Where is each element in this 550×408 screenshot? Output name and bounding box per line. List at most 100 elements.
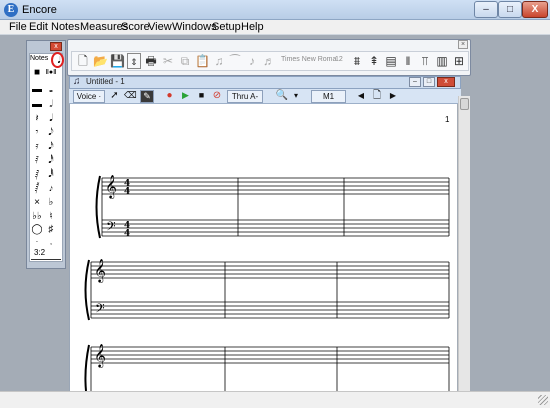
score-close-button[interactable]: x [437,77,455,87]
menu-edit[interactable]: Edit [29,21,48,34]
grace-note-icon[interactable]: 𝆔 [45,183,57,195]
vertical-scrollbar[interactable] [458,96,470,391]
hundred-twenty-eighth-rest-icon[interactable]: 𝅂 [31,183,43,195]
highlighted-note-icon[interactable]: 𝅘𝅥 [53,54,65,66]
eraser-icon[interactable]: ⌫ [124,90,137,103]
menu-score[interactable]: Score [121,21,150,34]
double-sharp-icon[interactable]: × [31,197,43,209]
treble-clef-icon: 𝄞 [105,174,117,199]
copy-icon[interactable]: ⧉ [178,53,192,69]
treble-clef-icon: 𝄞 [94,258,106,283]
tuplet-ratio[interactable]: 3:2 [34,248,45,257]
chord-icon[interactable]: ♬ [262,53,276,69]
status-bar [0,391,550,408]
stem-icon[interactable]: ⫪ [418,53,432,69]
arrow-tool-icon[interactable]: ➚ [109,90,120,103]
zoom-icon[interactable]: 🔍 [275,90,289,103]
score-maximize-button[interactable]: □ [423,77,435,87]
next-page-icon[interactable]: ▶ [388,90,398,103]
font-name-field[interactable]: Times New Roma [281,56,336,63]
properties-icon[interactable]: ⇕ [127,53,141,69]
encore-app-icon[interactable]: E [4,3,18,17]
sharp-icon[interactable]: ♯ [45,224,57,236]
bass-clef-icon: 𝄢 [106,219,116,237]
new-document-icon[interactable]: 🗋 [76,53,90,69]
cut-icon[interactable]: ✂ [161,53,175,69]
sixty-fourth-rest-icon[interactable]: 𝅁 [31,169,43,181]
font-size-field[interactable]: 12 [335,56,343,63]
notes-palette-tab[interactable]: Notes [30,55,48,62]
print-icon[interactable]: 🖶 [144,53,158,69]
natural-icon[interactable]: ♮ [45,211,57,223]
menu-file[interactable]: File [9,21,27,34]
prev-page-icon[interactable]: ◀ [356,90,366,103]
voice-down-icon[interactable]: ▤ [384,53,398,69]
sixteenth-note-icon[interactable]: 𝅘𝅥𝅯 [45,141,57,153]
thirty-second-note-icon[interactable]: 𝅘𝅥𝅰 [45,155,57,167]
record-icon[interactable]: ● [164,90,175,103]
sixty-fourth-note-icon[interactable]: 𝅘𝅥𝅱 [45,169,57,181]
voice-dropdown[interactable]: Voice · [73,90,105,103]
window-title-bar [0,0,550,20]
menu-notes[interactable]: Notes [51,21,80,34]
measure-field[interactable]: M1 [311,90,346,103]
save-icon[interactable]: 💾 [110,53,125,69]
time-signature-bottom: 4 [124,229,130,239]
mute-icon[interactable]: ⊘ [211,90,223,103]
thirty-second-rest-icon[interactable]: 𝅀 [31,155,43,167]
minimize-button[interactable]: – [474,1,498,18]
time-signature-bottom: 4 [124,187,130,197]
align-icon[interactable]: ▥ [435,53,449,69]
staccato-icon[interactable]: · [31,236,43,248]
toolbar-close-button[interactable]: × [458,40,468,49]
double-flat-icon[interactable]: ♭♭ [31,211,43,223]
score-document-icon: ♫ [73,76,81,87]
play-icon[interactable]: ▶ [180,90,191,103]
paste-icon[interactable]: 📋 [195,53,210,69]
resize-grip[interactable] [538,395,548,405]
notes-palette-close-button[interactable]: x [50,42,62,51]
scroll-thumb[interactable] [460,98,469,110]
half-note-icon[interactable]: 𝅗𝅥 [45,99,57,111]
zoom-dropdown-chevron-icon[interactable]: ▾ [291,90,301,103]
close-button[interactable]: X [522,1,548,18]
score-minimize-button[interactable]: – [409,77,421,87]
quarter-rest-icon[interactable]: 𝄽 [31,113,43,125]
treble-clef-icon: 𝄞 [94,343,106,368]
open-folder-icon[interactable]: 📂 [93,53,108,69]
page-icon[interactable]: 🗋 [370,90,384,103]
score-staves[interactable]: 𝄞 𝄢 4 4 4 4 𝄞 𝄢 𝄞 [69,104,457,391]
breve-icon[interactable]: Ⅱ●Ⅱ [45,67,57,79]
flat-icon[interactable]: ♭ [45,197,57,209]
voice-up-icon[interactable]: ⇞ [367,53,381,69]
tuplet-bracket [31,259,61,260]
pencil-tool-icon[interactable]: ✎ [140,90,154,103]
range-dropdown[interactable]: Thru A- [227,90,263,103]
add-measure-icon[interactable]: ⊞ [452,53,466,69]
system-3 [84,344,450,391]
system-2 [84,259,450,321]
menu-view[interactable]: View [148,21,172,34]
tuplet-icon[interactable]: ♪ [245,53,259,69]
menu-setup[interactable]: Setup [212,21,241,34]
stop-icon[interactable]: ■ [196,90,207,103]
staff-icon[interactable]: ⩩ [350,53,364,69]
bar-icon[interactable]: ‖ [401,53,415,69]
harmonic-icon[interactable]: ◯ [31,224,43,236]
menu-windows[interactable]: Windows [172,21,217,34]
whole-note-icon[interactable]: 𝅝 [45,84,57,96]
sixteenth-rest-icon[interactable]: 𝄿 [31,141,43,153]
menu-help[interactable]: Help [241,21,264,34]
slur-icon[interactable]: ⁀ [228,53,242,69]
bass-clef-icon: 𝄢 [95,301,105,319]
score-title: Untitled - 1 [86,77,125,86]
maximize-button[interactable]: □ [498,1,522,18]
half-rest-icon[interactable]: ▬ [31,99,43,111]
rest-icon[interactable]: ▬ [31,84,43,96]
eighth-rest-icon[interactable]: 𝄾 [31,127,43,139]
beam-icon[interactable]: ♫ [212,53,226,69]
accent-icon[interactable]: ‚ [45,236,57,248]
quarter-note-icon[interactable]: 𝅘𝅥 [45,113,57,125]
eighth-note-icon[interactable]: 𝅘𝅥𝅮 [45,127,57,139]
dot-icon[interactable]: ■ [31,67,43,79]
